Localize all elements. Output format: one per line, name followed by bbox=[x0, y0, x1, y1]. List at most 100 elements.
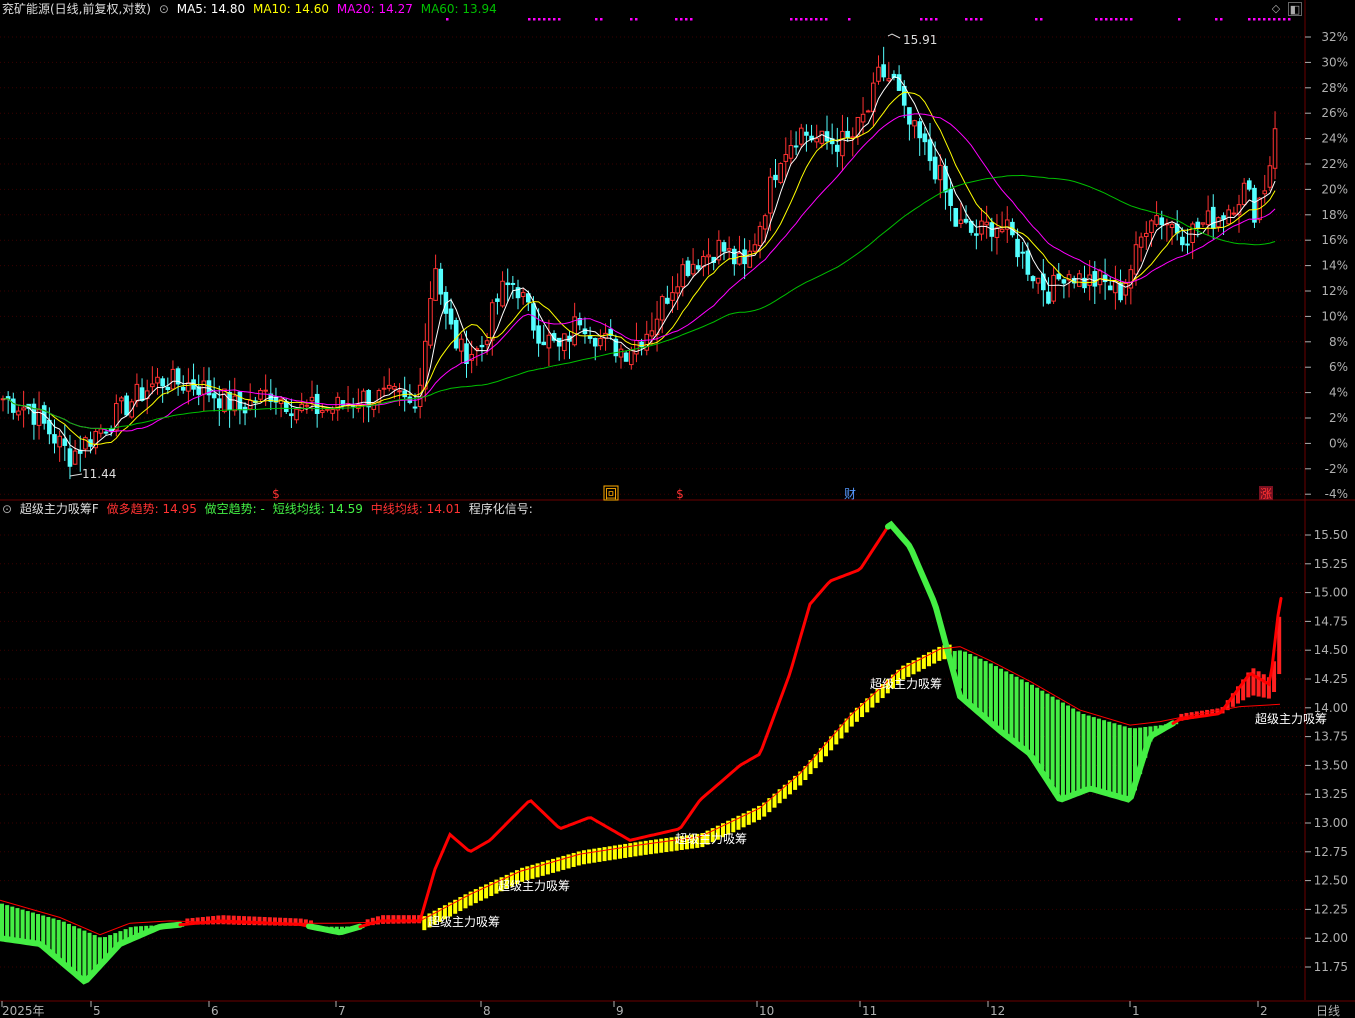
price-tick-label: 28% bbox=[1321, 81, 1348, 95]
signal-dot bbox=[790, 18, 793, 21]
price-tick-label: 8% bbox=[1329, 335, 1348, 349]
time-tick-label: 7 bbox=[338, 1004, 346, 1018]
histogram-bar bbox=[30, 912, 35, 943]
signal-dot bbox=[820, 18, 823, 21]
event-marker: 涨 bbox=[1260, 486, 1272, 501]
candle-body bbox=[948, 188, 953, 206]
candle-body bbox=[1231, 212, 1237, 215]
candle-body bbox=[649, 330, 655, 337]
candle-body bbox=[974, 233, 979, 236]
signal-dot bbox=[1278, 18, 1281, 21]
signal-dot bbox=[675, 18, 678, 21]
candle-body bbox=[119, 397, 124, 402]
price-tick-label: 14% bbox=[1321, 259, 1348, 273]
price-header: 兖矿能源(日线,前复权,对数) ⊙ MA5: 14.80 MA10: 14.60… bbox=[2, 1, 501, 17]
histogram-bar bbox=[618, 844, 622, 859]
signal-dot bbox=[1110, 18, 1113, 21]
stock-title[interactable]: 兖矿能源(日线,前复权,对数) bbox=[2, 2, 151, 16]
candle-body bbox=[665, 297, 670, 304]
indicator-title[interactable]: 超级主力吸筹F bbox=[20, 502, 99, 516]
price-tick-label: 12% bbox=[1321, 284, 1348, 298]
signal-dot bbox=[825, 18, 828, 21]
candle-body bbox=[773, 174, 778, 181]
candle-body bbox=[901, 85, 907, 106]
signal-dot bbox=[800, 18, 803, 21]
candle-body bbox=[886, 78, 892, 82]
candle-body bbox=[1241, 182, 1247, 206]
candle-body bbox=[541, 341, 547, 346]
indicator-tick-label: 13.50 bbox=[1314, 758, 1348, 772]
signal-dot bbox=[1100, 18, 1103, 21]
histogram-bar bbox=[669, 837, 674, 852]
collapse-icon[interactable]: ◧ bbox=[1288, 2, 1302, 16]
candle-body bbox=[680, 264, 686, 288]
signal-dot bbox=[980, 18, 983, 21]
candle-body bbox=[294, 408, 299, 421]
signal-dot bbox=[920, 18, 923, 21]
histogram-bar bbox=[1102, 720, 1107, 792]
candle-body bbox=[392, 385, 397, 390]
signal-dot bbox=[1288, 18, 1291, 21]
candle-body bbox=[793, 145, 799, 148]
histogram-bar bbox=[602, 847, 607, 862]
ma20-value: MA20: 14.27 bbox=[336, 2, 413, 16]
histogram-bar bbox=[1251, 668, 1256, 696]
signal-label: 超级主力吸筹 bbox=[675, 831, 747, 846]
histogram-bar bbox=[983, 661, 988, 717]
signal-dot bbox=[815, 18, 818, 21]
indicator-tick-label: 12.50 bbox=[1314, 874, 1348, 888]
candle-body bbox=[1035, 277, 1041, 284]
signal-dot bbox=[1268, 18, 1271, 21]
signal-dot bbox=[553, 18, 556, 21]
indicator-tick-label: 13.25 bbox=[1314, 787, 1348, 801]
candle-body bbox=[11, 398, 16, 413]
candle-body bbox=[592, 337, 598, 347]
diamond-icon[interactable]: ◇ bbox=[1269, 2, 1283, 16]
short-trend-value: 做空趋势: - bbox=[204, 502, 265, 516]
signal-dot bbox=[635, 18, 638, 21]
signal-dot bbox=[810, 18, 813, 21]
price-tick-label: 32% bbox=[1321, 30, 1348, 44]
histogram-bar bbox=[659, 838, 664, 853]
histogram-bar bbox=[628, 843, 633, 858]
ma5-value: MA5: 14.80 bbox=[176, 2, 246, 16]
candle-body bbox=[762, 215, 768, 230]
candle-body bbox=[819, 130, 825, 144]
candle-body bbox=[433, 268, 438, 301]
indicator-tick-label: 13.00 bbox=[1314, 816, 1348, 830]
candle-body bbox=[320, 410, 325, 413]
candle-body bbox=[623, 352, 629, 362]
high-annotation: 15.91 bbox=[903, 33, 937, 47]
indicator-settings-icon[interactable]: ⊙ bbox=[2, 502, 12, 516]
ma-settings-icon[interactable]: ⊙ bbox=[159, 2, 169, 16]
candle-body bbox=[170, 368, 176, 390]
candle-body bbox=[685, 260, 691, 276]
candle-body bbox=[912, 120, 917, 127]
indicator-header: ⊙ 超级主力吸筹F 做多趋势: 14.95 做空趋势: - 短线均线: 14.5… bbox=[2, 501, 537, 517]
candle-body bbox=[737, 252, 742, 265]
time-tick-label: 5 bbox=[93, 1004, 101, 1018]
candle-body bbox=[495, 298, 500, 302]
candle-body bbox=[1118, 283, 1123, 301]
candle-body bbox=[994, 227, 1000, 238]
candle-body bbox=[510, 282, 516, 285]
candle-body bbox=[659, 296, 665, 321]
histogram-bar bbox=[612, 845, 617, 860]
candle-body bbox=[484, 340, 490, 345]
histogram-bar bbox=[20, 909, 25, 942]
indicator-tick-label: 14.00 bbox=[1314, 701, 1348, 715]
candle-body bbox=[1097, 270, 1103, 286]
ma10-value: MA10: 14.60 bbox=[252, 2, 330, 16]
signal-dot bbox=[1283, 18, 1286, 21]
price-tick-label: 6% bbox=[1329, 360, 1348, 374]
price-tick-label: 4% bbox=[1329, 386, 1348, 400]
candle-body bbox=[958, 219, 964, 224]
indicator-tick-label: 15.50 bbox=[1314, 528, 1348, 542]
price-tick-label: 10% bbox=[1321, 309, 1348, 323]
signal-dot bbox=[1095, 18, 1098, 21]
indicator-tick-label: 13.75 bbox=[1314, 730, 1348, 744]
candle-body bbox=[963, 218, 969, 223]
candle-body bbox=[1159, 217, 1165, 226]
candle-body bbox=[448, 308, 454, 325]
candle-body bbox=[1210, 206, 1216, 229]
